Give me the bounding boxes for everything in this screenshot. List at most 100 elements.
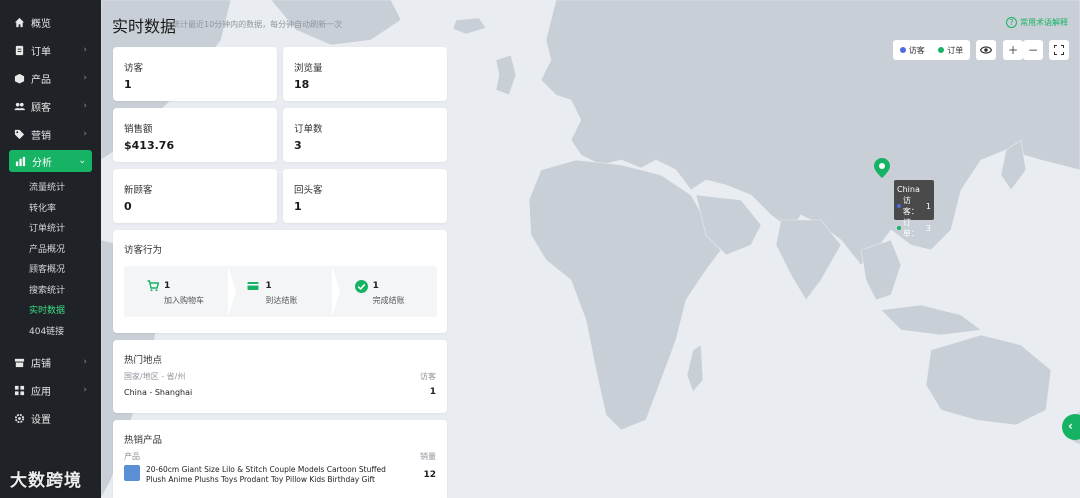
section-title: 热门地点 [124,355,163,366]
sidebar-item-label: 店铺 [31,358,51,370]
stat-label: 回头客 [294,185,323,196]
sidebar-item-label: 营销 [31,130,51,142]
sidebar-subitem-orders[interactable]: 订单统计 [0,219,101,240]
tooltip-visitors-row: 访客： 1 [897,195,931,217]
legend-visitors[interactable]: 访客 [899,45,925,56]
map-legend: 访客 订单 [893,40,970,60]
sidebar-subitem-404[interactable]: 404链接 [0,322,101,343]
stat-card-sales: 销售额 $413.76 [113,108,277,162]
funnel-separator [332,266,340,317]
stat-value: 18 [294,78,310,91]
stat-card-pageviews: 浏览量 18 [283,47,447,101]
product-thumbnail[interactable] [124,465,140,481]
stat-label: 订单数 [294,124,323,135]
page-subtitle: 统计最近10分钟内的数据，每分钟自动刷新一次 [172,20,343,29]
top-locations-card: 热门地点 国家/地区 - 省/州 访客 China - Shanghai 1 [113,340,447,413]
help-link[interactable]: ? 常用术语解释 [1006,17,1068,28]
zoom-in-button[interactable]: + [1003,40,1023,60]
sidebar-item-apps[interactable]: 应用 › [0,376,101,404]
sidebar-subitem-products[interactable]: 产品概况 [0,240,101,261]
stat-label: 销售额 [124,124,153,135]
sidebar-item-label: 订单 [31,46,51,58]
stat-label: 访客 [124,63,144,74]
legend-orders[interactable]: 订单 [938,45,963,56]
sidebar-item-overview[interactable]: 概览 [0,8,101,36]
sidebar-item-orders[interactable]: 订单 › [0,36,101,64]
plus-icon: + [1007,43,1019,57]
zoom-out-button[interactable]: − [1023,40,1043,60]
behavior-count: 1 [164,281,171,291]
sidebar-item-label: 顾客 [31,102,51,114]
funnel-separator [228,266,236,317]
behavior-label: 到达结账 [265,296,298,305]
column-header-region: 国家/地区 - 省/州 [124,372,186,381]
sidebar-subitem-realtime[interactable]: 实时数据 [0,301,101,322]
sidebar-item-products[interactable]: 产品 › [0,64,101,92]
fullscreen-button[interactable] [1049,40,1069,60]
column-header-product: 产品 [124,452,140,461]
sidebar-subitem-conversion[interactable]: 转化率 [0,199,101,220]
page-title: 实时数据 [112,17,177,36]
column-header-sales: 销量 [420,452,436,461]
chevron-right-icon: › [83,45,87,55]
location-pin-icon[interactable] [874,158,890,178]
behavior-label: 加入购物车 [164,296,204,305]
behavior-count: 1 [265,281,272,291]
location-visitors: 1 [429,387,436,397]
sidebar-item-marketing[interactable]: 营销 › [0,120,101,148]
stat-value: 3 [294,139,302,152]
stat-card-orders: 订单数 3 [283,108,447,162]
toggle-visibility-button[interactable] [976,40,996,60]
legend-visitors-label: 访客 [908,45,925,55]
sidebar-subitem-search[interactable]: 搜索统计 [0,281,101,302]
legend-orders-label: 订单 [947,45,964,55]
card-icon [247,282,259,290]
chevron-down-icon: ⌄ [78,156,86,166]
column-header-visitors: 访客 [420,372,436,381]
behavior-step-cart: 1 加入购物车 [124,266,228,317]
sidebar-item-label: 设置 [31,414,51,426]
stat-label: 浏览量 [294,63,323,74]
check-circle-icon [354,280,368,293]
store-icon [14,358,25,367]
minus-icon: − [1027,43,1039,57]
product-icon [14,73,25,84]
sidebar-item-label: 产品 [31,74,51,86]
order-icon [15,45,24,55]
chevron-right-icon: › [83,357,87,367]
sidebar-item-settings[interactable]: 设置 [0,404,101,432]
chevron-right-icon: › [83,73,87,83]
tooltip-orders-row: 订单： 3 [897,217,931,239]
behavior-funnel: 1 加入购物车 1 到达结账 1 完成结账 [124,266,437,317]
stat-value: 1 [124,78,132,91]
sidebar-subitem-customers[interactable]: 顾客概况 [0,260,101,281]
customers-icon [14,102,25,110]
behavior-label: 完成结账 [372,296,405,305]
sidebar-item-store[interactable]: 店铺 › [0,348,101,376]
sidebar-item-customers[interactable]: 顾客 › [0,92,101,120]
tooltip-visitors-value: 1 [925,201,931,211]
visitor-dot [897,204,901,208]
product-name-line2[interactable]: Plush Anime Plushs Toys Prodant Toy Pill… [146,475,375,484]
sidebar-item-label: 应用 [31,386,51,398]
location-region: China - Shanghai [124,388,193,397]
cart-icon [147,280,159,292]
stat-card-visitors: 访客 1 [113,47,277,101]
order-dot [897,226,901,230]
chevron-left-icon: ‹ [1068,419,1073,433]
chevron-right-icon: › [83,385,87,395]
product-sales: 12 [423,470,436,480]
visitor-behavior-card: 访客行为 1 加入购物车 1 到达结账 1 完成结账 [113,230,447,333]
stat-value: 1 [294,200,302,213]
tag-icon [14,129,25,139]
sidebar: 概览 订单 › 产品 › 顾客 › 营销 › 分析 ⌄ 流量统计 转化率 订单统… [0,0,101,498]
sidebar-subitem-traffic[interactable]: 流量统计 [0,178,101,199]
eye-icon [979,46,993,54]
sidebar-item-label: 概览 [31,18,51,30]
question-icon: ? [1006,17,1017,28]
bar-chart-icon [15,156,26,166]
sidebar-item-analytics[interactable]: 分析 ⌄ [9,150,92,172]
product-name-line1[interactable]: 20-60cm Giant Size Lilo & Stitch Couple … [146,465,386,474]
tooltip-visitors-label: 访客： [902,196,919,216]
tooltip-orders-value: 3 [925,223,931,233]
